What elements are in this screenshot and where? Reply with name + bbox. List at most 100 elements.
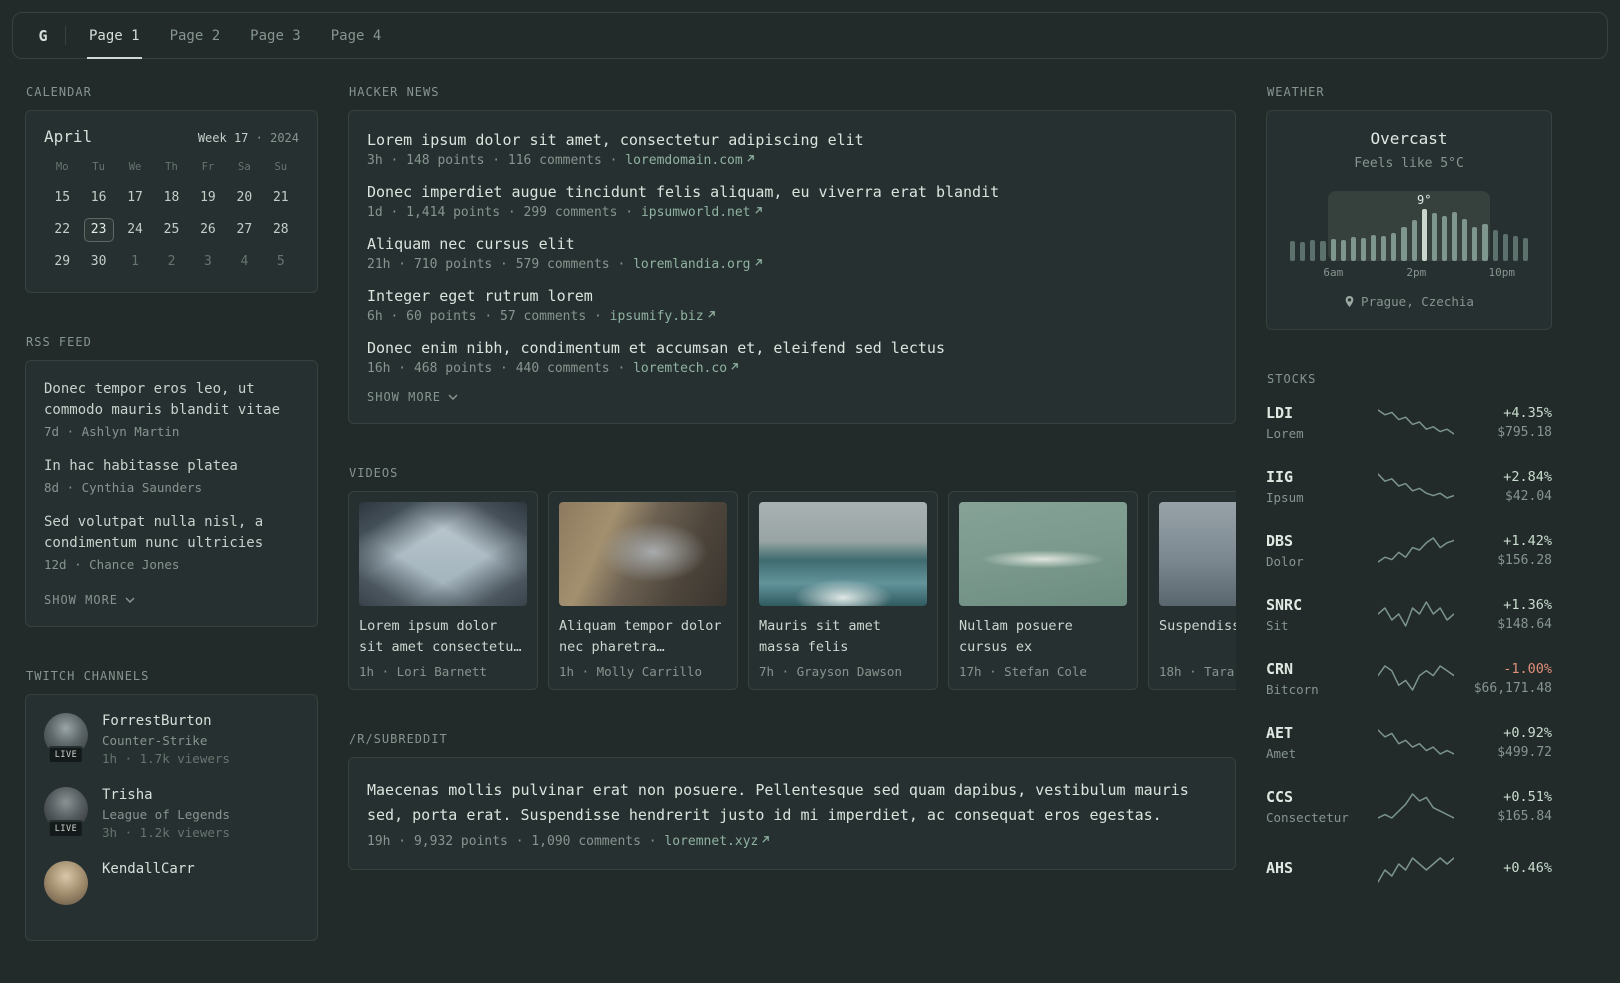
stock-sparkline <box>1378 599 1460 629</box>
stock-change: +1.42% <box>1503 532 1552 549</box>
story-domain-link[interactable]: ipsumify.biz <box>610 309 716 324</box>
stock-values: +1.42% $156.28 <box>1460 533 1552 568</box>
video-thumbnail[interactable] <box>1159 502 1236 606</box>
twitch-channel[interactable]: KendallCarr <box>44 861 299 905</box>
story-title-link[interactable]: Donec imperdiet augue tincidunt felis al… <box>367 183 1217 201</box>
stock-id: AET Amet <box>1266 724 1378 761</box>
stock-change: -1.00% <box>1503 660 1552 677</box>
calendar-week-number: Week 17 <box>197 131 249 145</box>
weather-bar <box>1492 230 1498 261</box>
stock-row[interactable]: CRN Bitcorn -1.00% $66,171.48 <box>1266 653 1552 703</box>
story-title-link[interactable]: Donec enim nibh, condimentum et accumsan… <box>367 339 1217 357</box>
weather-bar <box>1391 233 1397 261</box>
story-title-link[interactable]: Integer eget rutrum lorem <box>367 287 1217 305</box>
channel-meta: 1h · 1.7k viewers <box>102 751 230 766</box>
stock-row[interactable]: SNRC Sit +1.36% $148.64 <box>1266 589 1552 639</box>
stock-sparkline <box>1378 791 1460 821</box>
weather-bar <box>1482 224 1488 261</box>
videos-widget: VIDEOS Lorem ipsum dolor sit amet consec… <box>348 466 1236 690</box>
calendar-dow: Tu <box>92 161 105 173</box>
weather-bar <box>1472 227 1478 261</box>
stock-change: +0.51% <box>1503 788 1552 805</box>
video-card: Lorem ipsum dolor sit amet consectetu… 1… <box>348 491 538 690</box>
stock-values: +0.46% <box>1460 860 1552 880</box>
video-thumbnail[interactable] <box>959 502 1127 606</box>
stock-row[interactable]: CCS Consectetur +0.51% $165.84 <box>1266 781 1552 831</box>
tab-page-1[interactable]: Page 1 <box>74 13 155 59</box>
story-meta: 6h · 60 points · 57 comments · ipsumify.… <box>367 309 1217 324</box>
subreddit-card: Maecenas mollis pulvinar erat non posuer… <box>348 757 1236 870</box>
weather-location-label: Prague, Czechia <box>1361 294 1474 309</box>
stocks-list: LDI Lorem +4.35% $795.18 IIG Ipsum +2.84… <box>1266 397 1552 895</box>
story-meta: 1d · 1,414 points · 299 comments · ipsum… <box>367 205 1217 220</box>
calendar-dow: Su <box>274 161 288 173</box>
tab-page-2[interactable]: Page 2 <box>155 13 236 58</box>
rss-item-link[interactable]: Sed volutpat nulla nisl, a condimentum n… <box>44 512 299 554</box>
story-domain-link[interactable]: ipsumworld.net <box>641 205 763 220</box>
calendar-grid: Mo Tu We Th Fr Sa Su 15 16 17 18 19 20 2… <box>44 161 299 274</box>
tab-page-4[interactable]: Page 4 <box>316 13 397 58</box>
story-title-link[interactable]: Lorem ipsum dolor sit amet, consectetur … <box>367 131 1217 149</box>
rss-item-link[interactable]: In hac habitasse platea <box>44 456 299 477</box>
weather-time-label: 2pm <box>1406 266 1427 279</box>
weather-bar <box>1512 236 1518 261</box>
stock-row[interactable]: AET Amet +0.92% $499.72 <box>1266 717 1552 767</box>
rss-item-link[interactable]: Donec tempor eros leo, ut commodo mauris… <box>44 379 299 421</box>
post-title-link[interactable]: Maecenas mollis pulvinar erat non posuer… <box>367 778 1217 828</box>
story-domain-link[interactable]: loremlandia.org <box>633 257 762 272</box>
live-badge: LIVE <box>47 820 85 838</box>
twitch-channel[interactable]: LIVE ForrestBurton Counter-Strike 1h · 1… <box>44 713 299 766</box>
weather-bar <box>1431 213 1437 261</box>
app-logo[interactable]: G <box>21 13 65 58</box>
hacker-news-show-more-button[interactable]: SHOW MORE <box>367 390 458 404</box>
video-thumbnail[interactable] <box>759 502 927 606</box>
video-thumbnail[interactable] <box>559 502 727 606</box>
story-title-link[interactable]: Aliquam nec cursus elit <box>367 235 1217 253</box>
video-title-link[interactable]: Mauris sit amet massa felis <box>759 616 927 658</box>
stock-row[interactable]: DBS Dolor +1.42% $156.28 <box>1266 525 1552 575</box>
video-thumbnail[interactable] <box>359 502 527 606</box>
weather-bar <box>1330 239 1336 261</box>
weather-bar <box>1371 235 1377 261</box>
calendar-card: April Week 17 · 2024 Mo Tu We Th Fr Sa S… <box>25 110 318 293</box>
stock-row[interactable]: IIG Ipsum +2.84% $42.04 <box>1266 461 1552 511</box>
videos-section-title: VIDEOS <box>349 466 399 480</box>
rss-card: Donec tempor eros leo, ut commodo mauris… <box>25 360 318 627</box>
stock-change: +4.35% <box>1503 404 1552 421</box>
weather-time-label: 10pm <box>1488 266 1515 279</box>
stock-row[interactable]: AHS +0.46% <box>1266 845 1552 895</box>
rss-show-more-button[interactable]: SHOW MORE <box>44 593 135 607</box>
story-domain: loremdomain.com <box>625 153 743 168</box>
stock-change: +0.92% <box>1503 724 1552 741</box>
right-column: WEATHER Overcast Feels like 5°C 9° 6am 2pm… <box>1266 85 1552 937</box>
avatar <box>44 861 88 905</box>
show-more-label: SHOW MORE <box>367 390 442 404</box>
stock-row[interactable]: LDI Lorem +4.35% $795.18 <box>1266 397 1552 447</box>
weather-bar <box>1290 241 1296 261</box>
twitch-channel[interactable]: LIVE Trisha League of Legends 3h · 1.2k … <box>44 787 299 840</box>
top-nav: G Page 1 Page 2 Page 3 Page 4 <box>12 12 1608 59</box>
stock-price: $42.04 <box>1505 488 1552 504</box>
story-domain-link[interactable]: loremdomain.com <box>625 153 754 168</box>
video-card: Suspendisse diam 18h · Tara <box>1148 491 1236 690</box>
stock-ticker: AET <box>1266 723 1294 742</box>
weather-bar <box>1350 237 1356 261</box>
calendar-dow: Fr <box>201 161 215 173</box>
story-domain-link[interactable]: loremtech.co <box>633 361 739 376</box>
calendar-day: 27 <box>236 222 253 237</box>
video-title-link[interactable]: Nullam posuere cursus ex <box>959 616 1127 658</box>
tab-page-3[interactable]: Page 3 <box>235 13 316 58</box>
weather-card: Overcast Feels like 5°C 9° 6am 2pm 10pm Pra… <box>1266 110 1552 330</box>
post-domain-link[interactable]: loremnet.xyz <box>664 834 770 849</box>
story-domain: loremtech.co <box>633 361 728 376</box>
avatar: LIVE <box>44 787 88 838</box>
calendar-day: 22 <box>54 222 71 237</box>
weather-bar <box>1462 219 1468 261</box>
video-title-link[interactable]: Aliquam tempor dolor nec pharetra… <box>559 616 727 658</box>
rss-item-meta: 7d · Ashlyn Martin <box>44 424 180 439</box>
channel-name: ForrestBurton <box>102 713 212 729</box>
video-title-link[interactable]: Suspendisse diam <box>1159 616 1236 658</box>
video-title-link[interactable]: Lorem ipsum dolor sit amet consectetu… <box>359 616 527 658</box>
calendar-day: 19 <box>200 190 216 205</box>
weather-time-label: 6am <box>1323 266 1344 279</box>
